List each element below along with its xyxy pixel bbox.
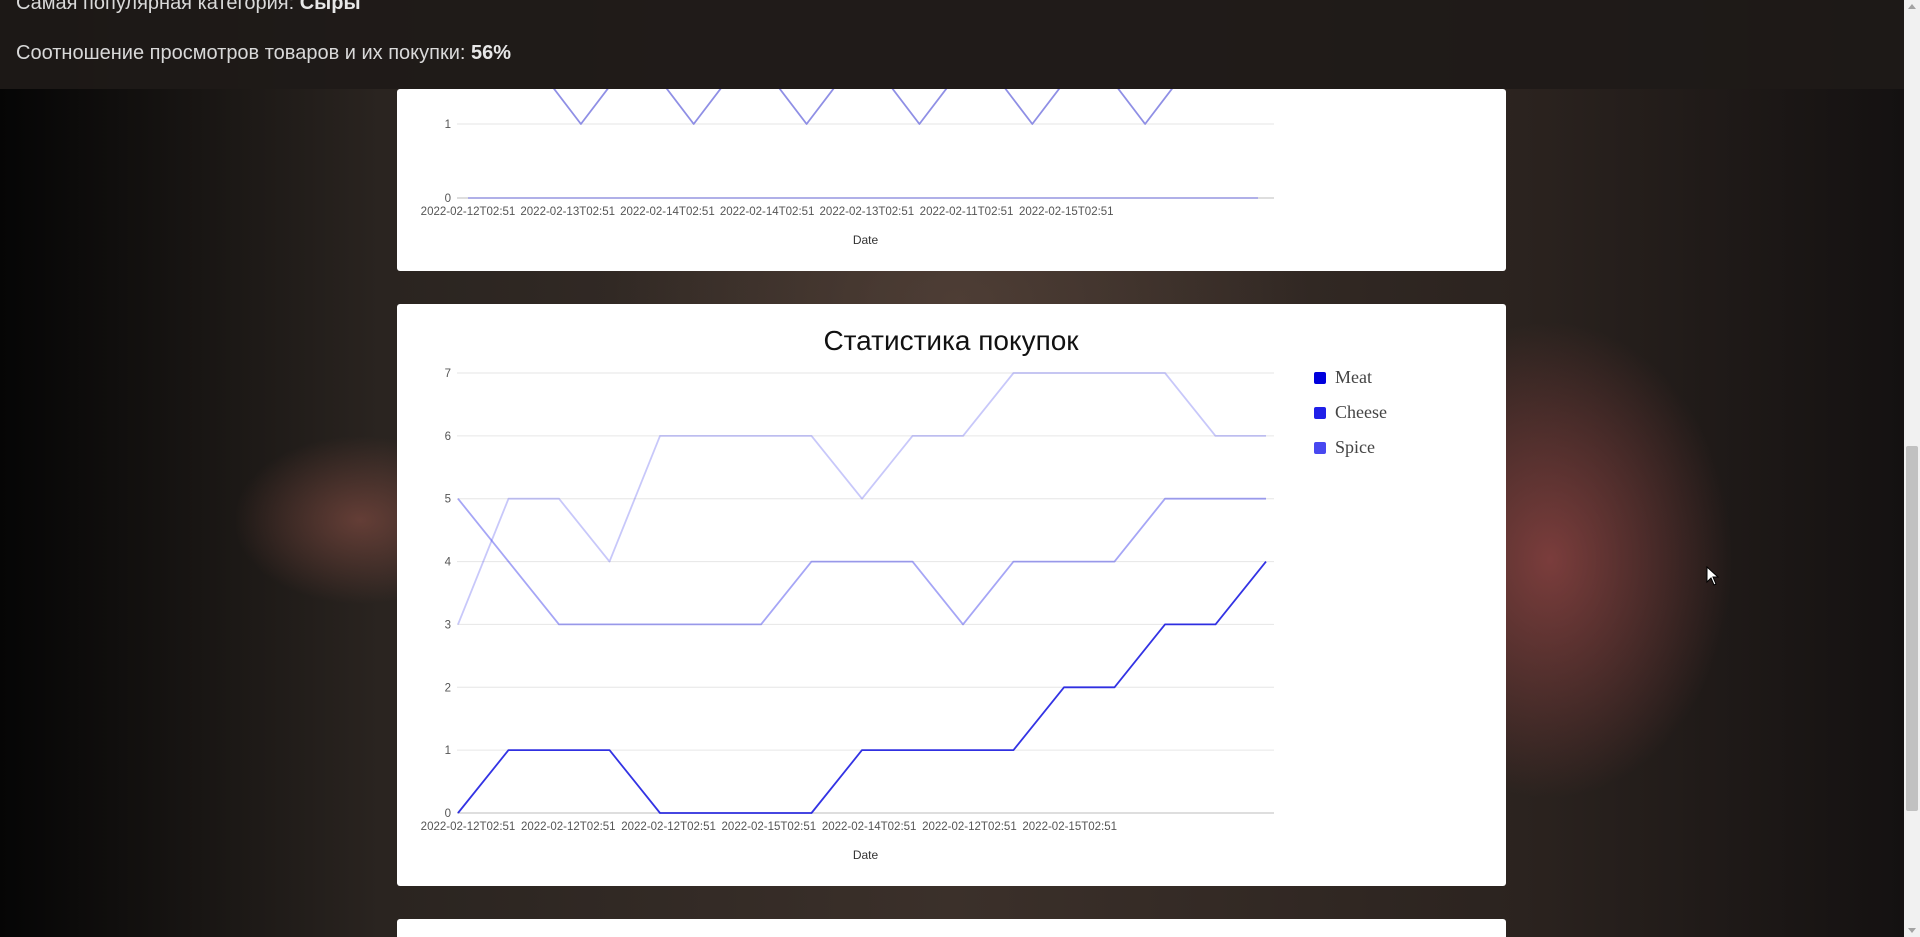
x-tick-label: 2022-02-15T02:51 [1019,206,1114,218]
page-scrollbar[interactable] [1904,0,1920,937]
purchases-line-chart: 0 1 2 3 4 5 6 7 2022-02-12T02:51 2022-02-12T02:51… [421,325,1387,862]
x-tick-label: 2022-02-12T02:51 [922,821,1017,833]
y-tick-label: 0 [445,808,451,820]
x-tick-label: 2022-02-14T02:51 [822,821,917,833]
mouse-cursor-icon [1706,566,1720,586]
x-tick-label: 2022-02-13T02:51 [820,206,915,218]
x-tick-label: 2022-02-12T02:51 [521,821,616,833]
views-line-chart: 0 1 2022-02-12T02:51 2022-02-13T02:51 2022-0… [421,49,1274,247]
view-purchase-ratio-line: Соотношение просмотров товаров и их поку… [16,42,511,65]
legend-swatch [1314,407,1326,419]
y-tick-label: 5 [445,494,451,506]
x-axis-title: Date [853,233,879,247]
chart-title: Статистика покупок [823,325,1079,356]
series-line-0 [523,49,1203,125]
x-tick-label: 2022-02-12T02:51 [421,206,516,218]
legend-swatch [1314,442,1326,454]
x-tick-label: 2022-02-14T02:51 [620,206,715,218]
scroll-down-icon[interactable] [1908,928,1916,933]
x-tick-label: 2022-02-15T02:51 [722,821,817,833]
y-tick-label: 1 [445,745,451,757]
x-tick-label: 2022-02-12T02:51 [421,821,516,833]
x-axis-title: Date [853,848,879,862]
legend-label-meat: Meat [1335,367,1372,387]
scroll-up-icon[interactable] [1908,4,1916,9]
y-tick-label: 1 [445,119,451,131]
popular-category-line: Самая популярная категория: Сыры [16,0,361,15]
x-tick-label: 2022-02-11T02:51 [920,206,1014,218]
stats-header: Самая популярная категория: Сыры Соотнош… [0,0,1904,89]
x-tick-label: 2022-02-14T02:51 [720,206,815,218]
scrollbar-thumb[interactable] [1906,446,1918,811]
y-tick-label: 6 [445,431,451,443]
purchases-chart-card: 0 1 2 3 4 5 6 7 2022-02-12T02:51 2022-02-12T02:51… [397,304,1506,886]
view-purchase-ratio-value: 56% [471,42,512,64]
legend-swatch [1314,372,1326,384]
y-tick-label: 3 [445,619,451,631]
popular-category-label: Самая популярная категория: [16,0,295,14]
y-tick-label: 2 [445,682,451,694]
views-chart-card: 0 1 2022-02-12T02:51 2022-02-13T02:51 2022-0… [397,49,1506,271]
y-tick-label: 4 [445,557,452,569]
legend-label-spice: Spice [1335,437,1375,457]
y-tick-label: 0 [445,193,451,205]
legend-label-cheese: Cheese [1335,402,1387,422]
x-tick-label: 2022-02-15T02:51 [1022,821,1117,833]
view-purchase-ratio-label: Соотношение просмотров товаров и их поку… [16,42,466,64]
x-tick-label: 2022-02-12T02:51 [621,821,716,833]
y-tick-label: 7 [445,368,451,380]
x-tick-label: 2022-02-13T02:51 [520,206,615,218]
popular-category-value: Сыры [299,0,361,14]
next-chart-card [397,919,1506,937]
